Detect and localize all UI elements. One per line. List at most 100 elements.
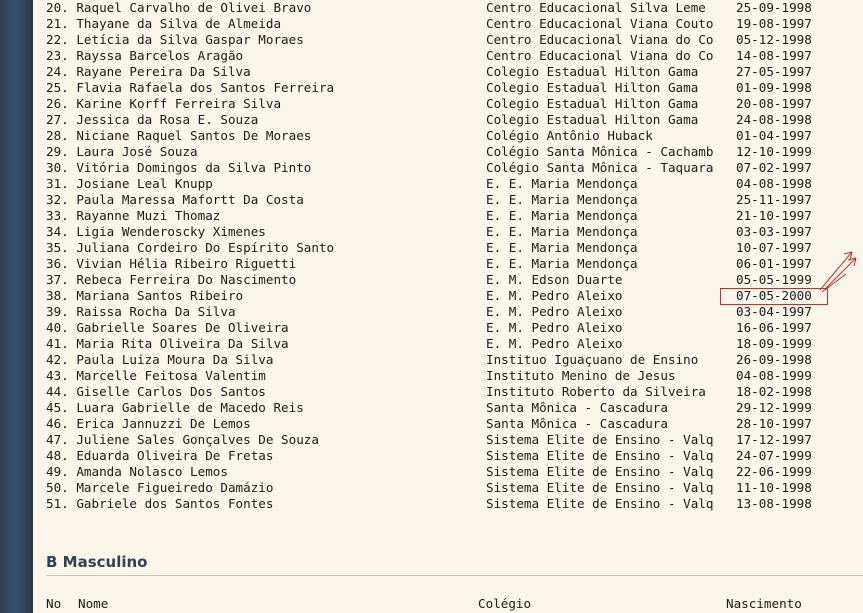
table-row: 22. Letícia da Silva Gaspar Moraes Centro… bbox=[46, 32, 846, 48]
school-name: Centro Educacional Viana Couto bbox=[486, 16, 714, 31]
table-row: 46. Erica Jannuzzi De Lemos Santa Mônica … bbox=[46, 416, 846, 432]
birth-date: 18-02-1998 bbox=[736, 384, 812, 399]
school-name: Centro Educacional Silva Leme bbox=[486, 0, 706, 15]
student-name: 47. Juliene Sales Gonçalves De Souza bbox=[46, 432, 319, 447]
table-row: 27. Jessica da Rosa E. Souza Colegio Esta… bbox=[46, 112, 846, 128]
school-name: E. E. Maria Mendonça bbox=[486, 256, 638, 271]
student-name: 25. Flavia Rafaela dos Santos Ferreira bbox=[46, 80, 335, 95]
student-name: 28. Niciane Raquel Santos De Moraes bbox=[46, 128, 312, 143]
table-row: 33. Rayanne Muzi Thomaz E. E. Maria Mendo… bbox=[46, 208, 846, 224]
birth-date: 26-09-1998 bbox=[736, 352, 812, 367]
student-name: 22. Letícia da Silva Gaspar Moraes bbox=[46, 32, 304, 47]
table-row: 36. Vivian Hélia Ribeiro Riguetti E. E. M… bbox=[46, 256, 846, 272]
birth-date: 04-08-1998 bbox=[736, 176, 812, 191]
birth-date: 12-10-1999 bbox=[736, 144, 812, 159]
student-name: 40. Gabrielle Soares De Oliveira bbox=[46, 320, 289, 335]
school-name: E. E. Maria Mendonça bbox=[486, 176, 638, 191]
birth-date: 11-10-1998 bbox=[736, 480, 812, 495]
student-name: 36. Vivian Hélia Ribeiro Riguetti bbox=[46, 256, 297, 271]
table-row: 51. Gabriele dos Santos Fontes Sistema El… bbox=[46, 496, 846, 512]
school-name: E. E. Maria Mendonça bbox=[486, 224, 638, 239]
table-row: 43. Marcelle Feitosa Valentim Instituto M… bbox=[46, 368, 846, 384]
school-name: Santa Mônica - Cascadura bbox=[486, 416, 668, 431]
birth-date: 29-12-1999 bbox=[736, 400, 812, 415]
table-row: 34. Ligia Wenderoscky Ximenes E. E. Maria… bbox=[46, 224, 846, 240]
student-name: 33. Rayanne Muzi Thomaz bbox=[46, 208, 221, 223]
student-name: 26. Karine Korff Ferreira Silva bbox=[46, 96, 282, 111]
birth-date: 25-09-1998 bbox=[736, 0, 812, 15]
table-row: 28. Niciane Raquel Santos De Moraes Colég… bbox=[46, 128, 846, 144]
student-name: 39. Raissa Rocha Da Silva bbox=[46, 304, 236, 319]
birth-date: 22-06-1999 bbox=[736, 464, 812, 479]
school-name: Colegio Estadual Hilton Gama bbox=[486, 96, 699, 111]
table-row: 50. Marcele Figueiredo Damázio Sistema El… bbox=[46, 480, 846, 496]
birth-date: 20-08-1997 bbox=[736, 96, 812, 111]
student-name: 20. Raquel Carvalho de Olivei Bravo bbox=[46, 0, 312, 15]
student-name: 45. Luara Gabrielle de Macedo Reis bbox=[46, 400, 304, 415]
school-name: E. M. Pedro Aleixo bbox=[486, 336, 623, 351]
school-name: Instituo Iguaçuano de Ensino bbox=[486, 352, 699, 367]
table-row: 31. Josiane Leal Knupp E. E. Maria Mendon… bbox=[46, 176, 846, 192]
birth-date: 28-10-1997 bbox=[736, 416, 812, 431]
student-name: 31. Josiane Leal Knupp bbox=[46, 176, 213, 191]
student-name: 48. Eduarda Oliveira De Fretas bbox=[46, 448, 274, 463]
school-name: E. M. Pedro Aleixo bbox=[486, 320, 623, 335]
school-name: E. E. Maria Mendonça bbox=[486, 208, 638, 223]
student-name: 37. Rebeca Ferreira Do Nascimento bbox=[46, 272, 297, 287]
school-name: E. M. Pedro Aleixo bbox=[486, 304, 623, 319]
student-name: 32. Paula Maressa Mafortt Da Costa bbox=[46, 192, 304, 207]
birth-date: 04-08-1999 bbox=[736, 368, 812, 383]
annotation-arrow-icon bbox=[819, 251, 857, 293]
student-name: 49. Amanda Nolasco Lemos bbox=[46, 464, 228, 479]
student-name: 46. Erica Jannuzzi De Lemos bbox=[46, 416, 251, 431]
school-name: Colegio Estadual Hilton Gama bbox=[486, 112, 699, 127]
student-name: 29. Laura José Souza bbox=[46, 144, 198, 159]
birth-date: 19-08-1997 bbox=[736, 16, 812, 31]
school-name: E. M. Edson Duarte bbox=[486, 272, 623, 287]
school-name: Sistema Elite de Ensino - Valq bbox=[486, 496, 714, 511]
student-name: 23. Rayssa Barcelos Aragão bbox=[46, 48, 244, 63]
student-name: 51. Gabriele dos Santos Fontes bbox=[46, 496, 274, 511]
student-name: 34. Ligia Wenderoscky Ximenes bbox=[46, 224, 266, 239]
student-name: 24. Rayane Pereira Da Silva bbox=[46, 64, 251, 79]
school-name: Colégio Antônio Huback bbox=[486, 128, 653, 143]
birth-date: 05-12-1998 bbox=[736, 32, 812, 47]
student-name: 50. Marcele Figueiredo Damázio bbox=[46, 480, 274, 495]
table-row: 21. Thayane da Silva de Almeida Centro Ed… bbox=[46, 16, 846, 32]
table-row: 32. Paula Maressa Mafortt Da Costa E. E. … bbox=[46, 192, 846, 208]
birth-date: 13-08-1998 bbox=[736, 496, 812, 511]
section-title: B Masculino bbox=[46, 553, 148, 571]
school-name: Colégio Santa Mônica - Cachamb bbox=[486, 144, 714, 159]
left-sidebar-bar bbox=[0, 0, 33, 613]
school-name: Sistema Elite de Ensino - Valq bbox=[486, 464, 714, 479]
section-divider bbox=[46, 575, 863, 576]
birth-date: 01-04-1997 bbox=[736, 128, 812, 143]
student-name: 35. Juliana Cordeiro Do Espírito Santo bbox=[46, 240, 335, 255]
column-header-school: Colégio bbox=[478, 596, 532, 611]
school-name: Colegio Estadual Hilton Gama bbox=[486, 80, 699, 95]
student-name: 38. Mariana Santos Ribeiro bbox=[46, 288, 244, 303]
school-name: Colégio Santa Mônica - Taquara bbox=[486, 160, 714, 175]
table-row: 35. Juliana Cordeiro Do Espírito Santo E.… bbox=[46, 240, 846, 256]
table-row: 44. Giselle Carlos Dos Santos Instituto R… bbox=[46, 384, 846, 400]
birth-date: 25-11-1997 bbox=[736, 192, 812, 207]
birth-date: 06-01-1997 bbox=[736, 256, 812, 271]
column-header-name: Nome bbox=[78, 596, 109, 611]
student-name: 43. Marcelle Feitosa Valentim bbox=[46, 368, 266, 383]
birth-date: 14-08-1997 bbox=[736, 48, 812, 63]
school-name: Santa Mônica - Cascadura bbox=[486, 400, 668, 415]
table-row: 26. Karine Korff Ferreira Silva Colegio E… bbox=[46, 96, 846, 112]
school-name: E. E. Maria Mendonça bbox=[486, 240, 638, 255]
table-row: 39. Raissa Rocha Da Silva E. M. Pedro Ale… bbox=[46, 304, 846, 320]
birth-date: 05-05-1999 bbox=[736, 272, 812, 287]
column-header-no: No bbox=[46, 596, 62, 611]
school-name: Sistema Elite de Ensino - Valq bbox=[486, 432, 714, 447]
birth-date: 07-02-1997 bbox=[736, 160, 812, 175]
table-row: 48. Eduarda Oliveira De Fretas Sistema El… bbox=[46, 448, 846, 464]
table-row: 40. Gabrielle Soares De Oliveira E. M. Pe… bbox=[46, 320, 846, 336]
student-name: 41. Maria Rita Oliveira Da Silva bbox=[46, 336, 289, 351]
birth-date: 01-09-1998 bbox=[736, 80, 812, 95]
school-name: Centro Educacional Viana do Co bbox=[486, 48, 714, 63]
table-row: 30. Vitória Domingos da Silva Pinto Colég… bbox=[46, 160, 846, 176]
student-name: 27. Jessica da Rosa E. Souza bbox=[46, 112, 259, 127]
